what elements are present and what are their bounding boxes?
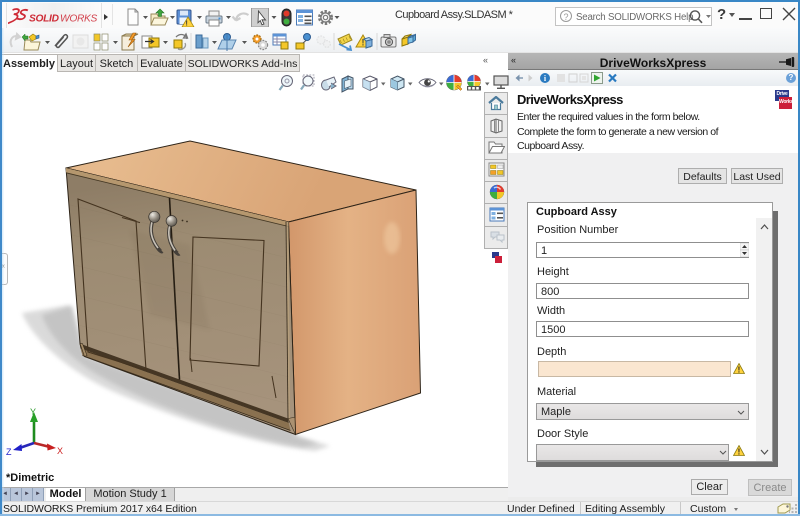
svg-text:WORKS: WORKS	[60, 14, 97, 25]
svg-text:Y: Y	[30, 407, 36, 417]
svg-text:Z: Z	[6, 447, 12, 457]
svg-text:SOLID: SOLID	[29, 14, 60, 25]
svg-text:!: !	[738, 366, 741, 375]
svg-text:!: !	[186, 21, 188, 28]
svg-text:!: !	[738, 448, 741, 457]
svg-text:X: X	[57, 446, 63, 456]
